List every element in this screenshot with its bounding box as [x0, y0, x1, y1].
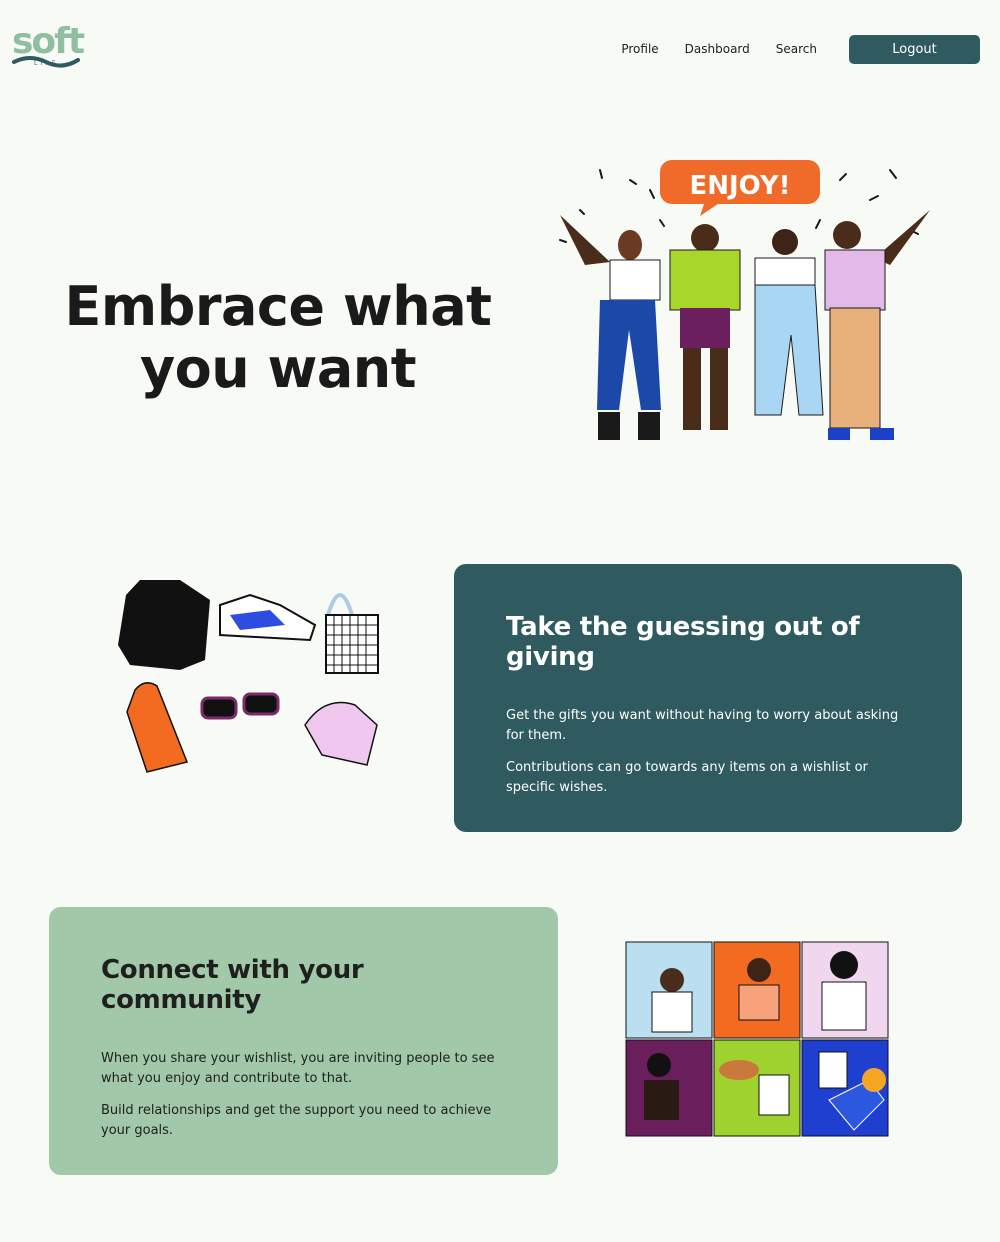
- nav-profile-link[interactable]: Profile: [621, 42, 658, 56]
- community-section-card: Connect with your community When you sha…: [49, 907, 558, 1175]
- hero-title: Embrace what you want: [48, 276, 508, 400]
- community-paragraph-2: Build relationships and get the support …: [101, 1103, 492, 1138]
- giving-section-title: Take the guessing out of giving: [506, 612, 860, 672]
- hero-title-line1: Embrace what: [64, 275, 492, 338]
- nav-dashboard-link[interactable]: Dashboard: [685, 42, 750, 56]
- logout-button[interactable]: Logout: [849, 34, 980, 64]
- community-paragraph-1: When you share your wishlist, you are in…: [101, 1051, 495, 1086]
- nav-search-link[interactable]: Search: [776, 42, 817, 56]
- main-nav: Profile Dashboard Search Logout: [621, 34, 980, 64]
- logo-subtext: LIFE: [34, 60, 59, 67]
- giving-paragraph-1: Get the gifts you want without having to…: [506, 708, 899, 743]
- community-section-title: Connect with your community: [101, 955, 364, 1015]
- hero-title-line2: you want: [139, 337, 417, 400]
- giving-paragraph-2: Contributions can go towards any items o…: [506, 760, 868, 795]
- soft-life-logo[interactable]: soft LIFE: [12, 24, 85, 74]
- gift-items-illustration: [118, 580, 379, 773]
- giving-section-card: Take the guessing out of giving Get the …: [454, 564, 962, 832]
- community-grid-illustration: [625, 941, 889, 1137]
- enjoy-bubble-text: ENJOY!: [689, 171, 790, 201]
- people-celebrating-illustration: ENJOY!: [559, 160, 930, 440]
